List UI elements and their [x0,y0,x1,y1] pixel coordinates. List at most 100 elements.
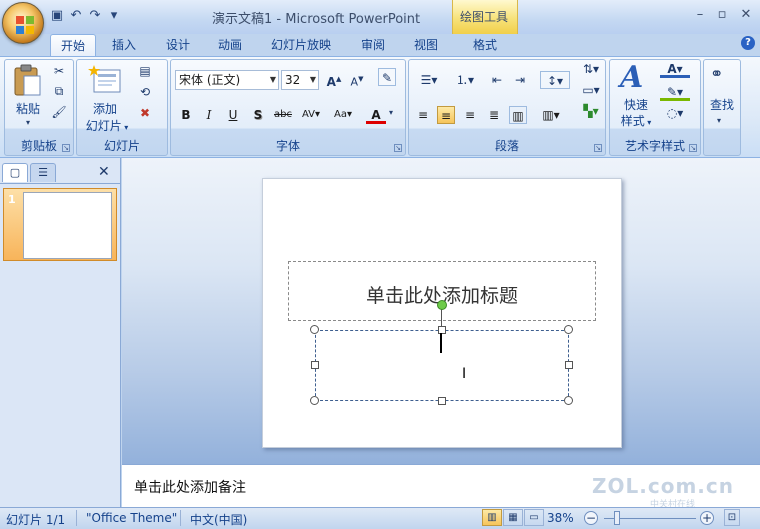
tab-review[interactable]: 审阅 [361,36,385,53]
office-button[interactable] [2,2,44,44]
resize-handle-top-right[interactable] [564,325,573,334]
justify-icon[interactable]: ≣ [485,106,503,124]
resize-handle-bottom-right[interactable] [564,396,573,405]
undo-icon[interactable]: ↶ [69,9,83,23]
shrink-font-icon[interactable]: A▼ [348,70,366,89]
dialog-launcher-icon[interactable]: ↘ [394,144,402,152]
watermark-logo: ZOL.com.cn [592,474,734,498]
bold-icon[interactable]: B [177,106,195,124]
cut-icon[interactable]: ✂ [50,62,68,80]
clear-format-icon[interactable]: ✎ [378,68,396,86]
font-color-icon[interactable]: A [366,106,386,124]
paste-button[interactable]: 粘贴 [10,102,46,117]
tab-design[interactable]: 设计 [166,36,190,53]
chevron-down-icon[interactable]: ▾ [26,118,30,127]
layout-icon[interactable]: ▤ [136,62,154,80]
office-logo-icon [16,16,34,34]
font-size-select[interactable]: 32 ▼ [281,70,319,90]
fit-to-window-icon[interactable]: ⊡ [724,509,740,526]
columns-icon[interactable]: ▥▾ [536,106,566,124]
customize-icon[interactable]: ▾ [107,9,121,23]
shadow-icon[interactable]: S [249,106,267,124]
decrease-indent-icon[interactable]: ⇤ [488,71,506,89]
dialog-launcher-icon[interactable]: ↘ [62,144,70,152]
text-effects-icon[interactable]: ◌▾ [660,104,690,122]
help-icon[interactable]: ? [741,36,755,50]
copy-icon[interactable]: ⧉ [50,82,68,100]
new-slide-button[interactable]: 幻灯片 ▾ [84,119,130,135]
resize-handle-left[interactable] [311,361,319,369]
tab-home[interactable]: 开始 [50,34,97,57]
new-slide-icon[interactable] [88,64,122,96]
status-divider [180,510,181,526]
increase-indent-icon[interactable]: ⇥ [511,71,529,89]
reset-slide-icon[interactable]: ⟲ [136,83,154,101]
dialog-launcher-icon[interactable]: ↘ [689,144,697,152]
new-slide-label-1[interactable]: 添加 [88,102,122,117]
rotation-handle[interactable] [437,300,447,310]
panel-divider [0,183,121,184]
line-spacing-icon[interactable]: ↕▾ [540,71,570,89]
tab-outline[interactable]: ☰ [30,163,56,182]
quick-styles-label-1[interactable]: 快速 [616,98,656,113]
align-left-icon[interactable]: ≡ [414,106,432,124]
resize-handle-top-left[interactable] [310,325,319,334]
redo-icon[interactable]: ↷ [88,9,102,23]
quick-styles-button[interactable]: 样式 ▾ [612,114,660,130]
tab-animations[interactable]: 动画 [218,36,242,53]
zoom-out-icon[interactable]: − [584,511,598,525]
resize-handle-bottom-left[interactable] [310,396,319,405]
minimize-icon[interactable]: – [692,8,708,22]
resize-handle-bottom[interactable] [438,397,446,405]
close-icon[interactable]: ✕ [738,8,754,22]
notes-placeholder[interactable]: 单击此处添加备注 [134,477,246,497]
wordart-group-label: 艺术字样式 [624,139,685,153]
zoom-level[interactable]: 38% [547,511,574,525]
tab-insert[interactable]: 插入 [112,36,136,53]
slideshow-view-icon[interactable]: ▭ [524,509,544,526]
save-icon[interactable]: ▣ [50,9,64,23]
ibeam-cursor-icon: I [462,366,467,382]
slide-sorter-icon[interactable]: ▦ [503,509,523,526]
font-group-label: 字体 [275,139,300,153]
find-button[interactable]: 查找 [704,98,740,113]
tab-slideshow[interactable]: 幻灯片放映 [271,36,331,53]
maximize-icon[interactable]: ▫ [714,8,730,22]
bullets-icon[interactable]: ☰▾ [414,71,444,89]
align-text-icon[interactable]: ▭▾ [578,81,604,99]
align-right-icon[interactable]: ≡ [461,106,479,124]
distribute-icon[interactable]: ▥ [509,106,527,124]
delete-slide-icon[interactable]: ✖ [136,104,154,122]
normal-view-icon[interactable]: ▥ [482,509,502,526]
quick-styles-icon[interactable]: A [620,60,643,95]
character-spacing-icon[interactable]: AV▾ [298,106,324,124]
chevron-down-icon[interactable]: ▾ [389,108,393,117]
slide-thumbnail-preview[interactable] [23,192,112,259]
text-direction-icon[interactable]: ⇅▾ [578,60,604,78]
tab-format[interactable]: 格式 [473,36,497,53]
tab-view[interactable]: 视图 [414,36,438,53]
format-painter-icon[interactable]: 🖌 [50,103,68,121]
change-case-icon[interactable]: Aa▾ [330,106,356,124]
language-indicator[interactable]: 中文(中国) [190,511,247,528]
selected-text-box[interactable] [315,330,569,401]
italic-icon[interactable]: I [200,106,218,124]
text-outline-icon[interactable]: ✎▾ [660,83,690,101]
close-panel-icon[interactable]: ✕ [98,164,110,180]
tab-slides[interactable]: ▢ [2,163,28,182]
font-name-select[interactable]: 宋体 (正文) ▼ [175,70,279,90]
smartart-icon[interactable]: ▚▾ [578,102,604,120]
binoculars-icon[interactable]: ⚭ [710,64,723,83]
underline-icon[interactable]: U [224,106,242,124]
numbering-icon[interactable]: ⒈▾ [450,71,480,89]
text-fill-icon[interactable]: A▾ [660,60,690,78]
zoom-slider-thumb[interactable] [614,511,620,525]
dialog-launcher-icon[interactable]: ↘ [594,144,602,152]
chevron-down-icon[interactable]: ▾ [717,116,721,125]
align-center-icon[interactable]: ≡ [437,106,455,124]
zoom-in-icon[interactable]: + [700,511,714,525]
strikethrough-icon[interactable]: abc [272,106,294,124]
paste-icon[interactable] [12,63,42,97]
resize-handle-right[interactable] [565,361,573,369]
grow-font-icon[interactable]: A▲ [325,70,343,89]
